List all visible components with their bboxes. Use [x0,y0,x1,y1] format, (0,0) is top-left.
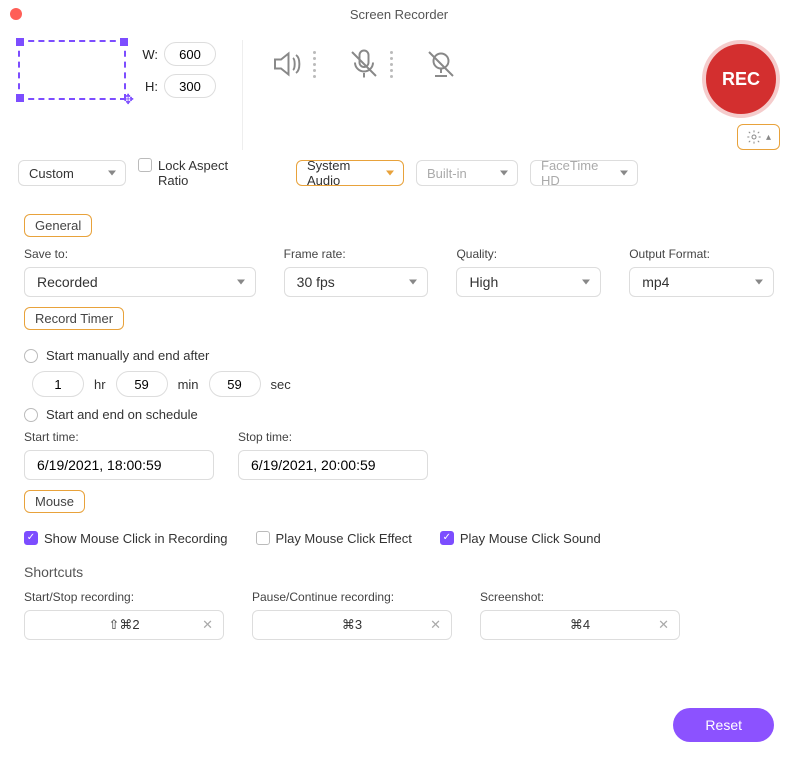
window-title: Screen Recorder [0,7,798,22]
lock-aspect-label: Lock Aspect Ratio [158,158,238,188]
height-label: H: [140,79,158,94]
pause-shortcut-label: Pause/Continue recording: [252,590,452,604]
move-handle-icon: ✥ [122,91,134,108]
camera-value: FaceTime HD [541,158,611,188]
duration-hours-input[interactable] [32,371,84,397]
start-time-label: Start time: [24,430,214,444]
record-button-label: REC [722,69,760,90]
lock-aspect-checkbox-row: Lock Aspect Ratio [138,158,238,188]
output-format-label: Output Format: [629,247,774,261]
section-general-tag: General [24,214,92,237]
play-click-sound-checkbox[interactable] [440,531,454,545]
minutes-unit: min [178,377,199,392]
speaker-icon [269,46,305,82]
start-stop-shortcut-label: Start/Stop recording: [24,590,224,604]
show-mouse-click-label: Show Mouse Click in Recording [44,531,228,546]
title-bar: Screen Recorder [0,0,798,28]
screenshot-shortcut-label: Screenshot: [480,590,680,604]
schedule-radio[interactable] [24,408,38,422]
mic-level-icon [390,51,393,78]
manual-end-label: Start manually and end after [46,348,209,363]
duration-minutes-input[interactable] [116,371,168,397]
width-label: W: [140,47,158,62]
audio-block [269,40,459,82]
close-window-button[interactable] [10,8,22,20]
region-preset-select[interactable]: Custom [18,160,126,186]
clear-shortcut-icon[interactable]: ✕ [430,617,441,633]
start-stop-shortcut-input[interactable]: ⇧⌘2 ✕ [24,610,224,640]
reset-button-label: Reset [705,717,742,733]
pause-shortcut-input[interactable]: ⌘3 ✕ [252,610,452,640]
duration-seconds-input[interactable] [209,371,261,397]
stop-time-input[interactable] [238,450,428,480]
screenshot-shortcut-input[interactable]: ⌘4 ✕ [480,610,680,640]
settings-icon [746,129,762,145]
lock-aspect-checkbox[interactable] [138,158,152,172]
hours-unit: hr [94,377,106,392]
settings-toggle-button[interactable]: ▴ [737,124,780,150]
record-button[interactable]: REC [702,40,780,118]
play-click-effect-checkbox[interactable] [256,531,270,545]
microphone-value: Built-in [427,166,467,181]
save-to-value: Recorded [37,274,98,290]
output-format-select[interactable]: mp4 [629,267,774,297]
settings-panel: General Save to: Recorded Frame rate: 30… [0,200,798,652]
system-audio-value: System Audio [307,158,377,188]
play-click-sound-label: Play Mouse Click Sound [460,531,601,546]
save-to-label: Save to: [24,247,256,261]
start-time-input[interactable] [24,450,214,480]
region-block: ✥ W: H: [18,40,216,100]
shortcuts-title: Shortcuts [24,564,774,580]
camera-select[interactable]: FaceTime HD [530,160,638,186]
height-input[interactable] [164,74,216,98]
frame-rate-select[interactable]: 30 fps [284,267,429,297]
start-stop-shortcut-value: ⇧⌘2 [108,617,139,633]
section-timer-tag: Record Timer [24,307,124,330]
seconds-unit: sec [271,377,291,392]
stop-time-label: Stop time: [238,430,428,444]
frame-rate-label: Frame rate: [284,247,429,261]
region-preset-value: Custom [29,166,74,181]
camera-disabled-icon [423,46,459,82]
microphone-muted-icon [346,46,382,82]
schedule-label: Start and end on schedule [46,407,198,422]
quality-select[interactable]: High [456,267,601,297]
output-format-value: mp4 [642,274,669,290]
section-mouse-tag: Mouse [24,490,85,513]
quality-label: Quality: [456,247,601,261]
quality-value: High [469,274,498,290]
reset-button[interactable]: Reset [673,708,774,742]
region-selector[interactable]: ✥ [18,40,126,100]
speaker-level-icon [313,51,316,78]
save-to-select[interactable]: Recorded [24,267,256,297]
play-click-effect-label: Play Mouse Click Effect [276,531,412,546]
window-controls [10,8,22,20]
capture-config-row: ✥ W: H: [0,28,798,150]
microphone-select[interactable]: Built-in [416,160,518,186]
manual-end-radio[interactable] [24,349,38,363]
system-audio-select[interactable]: System Audio [296,160,404,186]
width-input[interactable] [164,42,216,66]
chevron-up-icon: ▴ [766,132,771,143]
show-mouse-click-checkbox[interactable] [24,531,38,545]
screenshot-shortcut-value: ⌘4 [570,617,590,633]
clear-shortcut-icon[interactable]: ✕ [658,617,669,633]
pause-shortcut-value: ⌘3 [342,617,362,633]
frame-rate-value: 30 fps [297,274,335,290]
clear-shortcut-icon[interactable]: ✕ [202,617,213,633]
